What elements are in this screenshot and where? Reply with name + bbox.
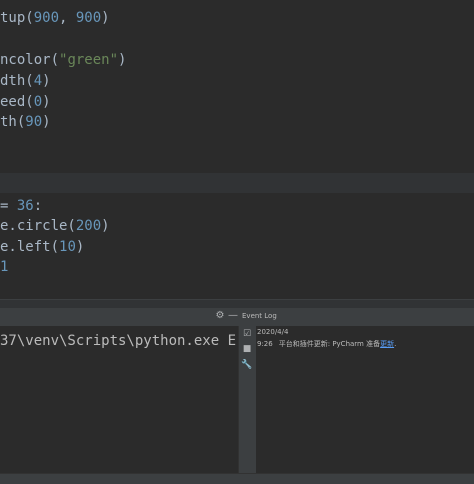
- log-time: 9:26: [257, 340, 273, 348]
- code-line-8: e.left(10): [0, 237, 84, 257]
- mark-read-icon[interactable]: ☑: [241, 328, 253, 340]
- code-number: 200: [75, 218, 102, 234]
- code-token: e.left(: [0, 239, 60, 255]
- code-line-6: = 36:: [0, 196, 42, 216]
- code-token: eed(: [0, 94, 34, 110]
- code-line-1: tup(900, 900): [0, 8, 110, 28]
- code-line-4: eed(0): [0, 92, 51, 112]
- code-token: dth(: [0, 73, 34, 89]
- code-token: ): [42, 94, 51, 110]
- log-message: 平台和插件更新: PyCharm 准备: [278, 340, 381, 348]
- code-number: 900: [33, 10, 60, 26]
- code-token: =: [0, 198, 17, 214]
- code-number: 36: [16, 198, 34, 214]
- wrench-icon[interactable]: 🔧: [241, 359, 253, 371]
- event-log-panel: 2020/4/4 9:26 平台和插件更新: PyCharm 准备更新.: [256, 326, 474, 473]
- status-bar: [0, 473, 474, 484]
- code-line-2: ncolor("green"): [0, 50, 126, 70]
- code-token: e.circle(: [0, 218, 76, 234]
- code-token: ): [101, 218, 110, 234]
- log-tail: .: [394, 340, 397, 348]
- editor-bottom-divider[interactable]: [0, 299, 474, 308]
- code-number: 1: [0, 259, 9, 275]
- code-number: 90: [25, 114, 43, 130]
- code-number: 900: [75, 10, 102, 26]
- code-token: ): [42, 114, 51, 130]
- method-separator-band: [0, 173, 474, 193]
- console-command-line: 37\venv\Scripts\python.exe E:/Co: [0, 333, 238, 349]
- code-token: ,: [59, 10, 76, 26]
- log-entry: 9:26 平台和插件更新: PyCharm 准备更新.: [257, 339, 396, 349]
- code-string: "green": [59, 52, 119, 68]
- code-number: 0: [33, 94, 43, 110]
- gear-icon[interactable]: ⚙: [214, 310, 226, 322]
- code-token: :: [33, 198, 43, 214]
- minimize-icon[interactable]: —: [227, 310, 239, 322]
- log-date: 2020/4/4: [257, 328, 289, 336]
- event-log-title[interactable]: Event Log: [242, 312, 277, 320]
- code-token: th(: [0, 114, 26, 130]
- code-line-7: e.circle(200): [0, 216, 110, 236]
- code-token: ): [42, 73, 51, 89]
- code-token: ): [118, 52, 127, 68]
- code-line-5: th(90): [0, 112, 51, 132]
- code-editor[interactable]: tup(900, 900) ncolor("green") dth(4) eed…: [0, 0, 474, 299]
- code-token: ): [101, 10, 110, 26]
- code-token: ): [75, 239, 85, 255]
- update-link[interactable]: 更新: [380, 340, 394, 348]
- code-line-3: dth(4): [0, 71, 51, 91]
- code-token: tup(: [0, 10, 34, 26]
- trash-icon[interactable]: ■: [241, 343, 253, 355]
- code-token: ncolor(: [0, 52, 60, 68]
- run-console[interactable]: 37\venv\Scripts\python.exe E:/Co: [0, 326, 238, 473]
- code-number: 4: [33, 73, 43, 89]
- code-line-9: 1: [0, 257, 8, 277]
- code-number: 10: [59, 239, 76, 255]
